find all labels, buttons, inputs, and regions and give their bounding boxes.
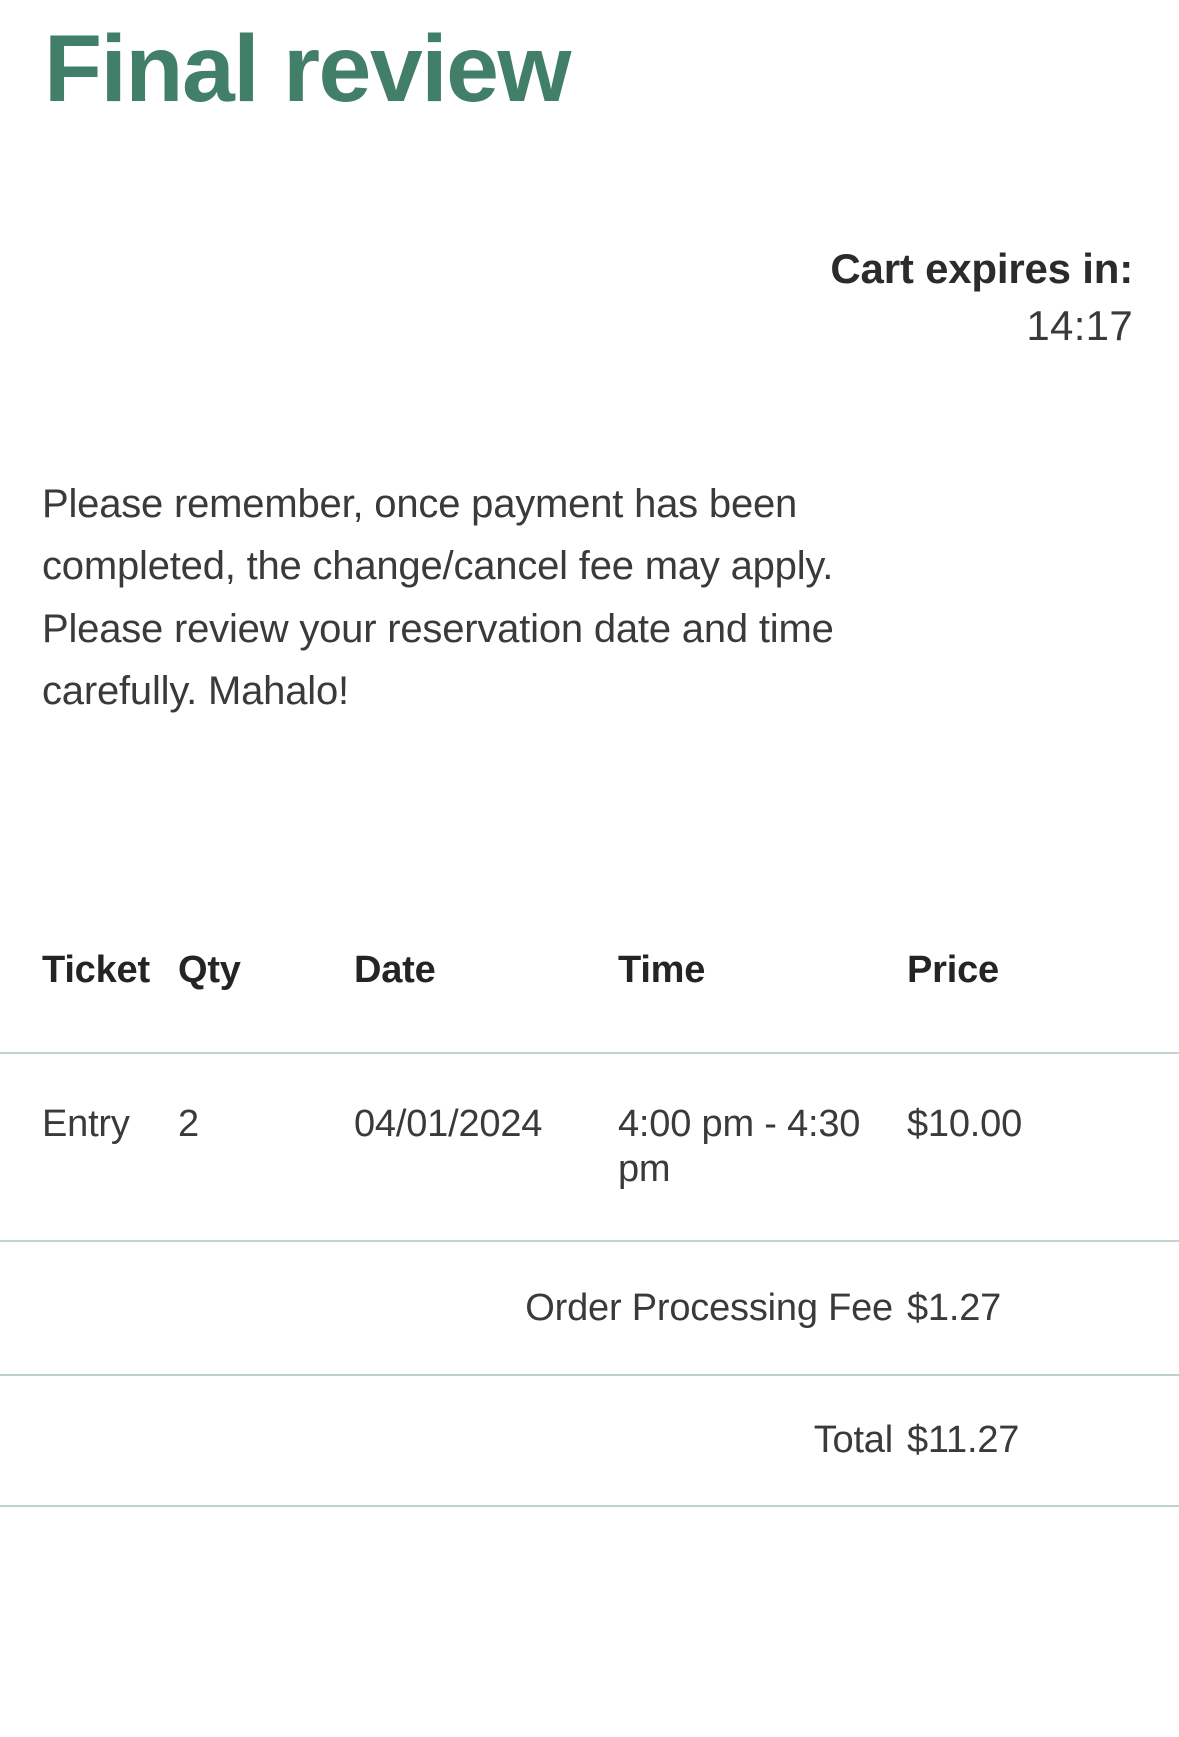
final-review-page: Final review Cart expires in: 14:17 Plea… bbox=[0, 0, 1179, 1737]
fee-spacer-ticket bbox=[0, 1241, 178, 1376]
page-title: Final review bbox=[44, 16, 571, 122]
cart-expiry-timer: 14:17 bbox=[1026, 302, 1133, 350]
column-header-time: Time bbox=[618, 949, 706, 991]
fee-label: Order Processing Fee bbox=[525, 1286, 893, 1329]
column-header-price: Price bbox=[907, 949, 999, 991]
cell-date: 04/01/2024 bbox=[354, 1103, 543, 1145]
column-header-date: Date bbox=[354, 949, 436, 991]
order-table-header: Ticket Qty Date Time Price bbox=[0, 935, 1179, 1053]
total-spacer-qty bbox=[178, 1375, 354, 1506]
table-header-row: Ticket Qty Date Time Price bbox=[0, 935, 1179, 1053]
cart-expiry-label: Cart expires in: bbox=[830, 245, 1133, 292]
order-processing-fee-row: Order Processing Fee $1.27 bbox=[0, 1241, 1179, 1376]
cell-price: $10.00 bbox=[907, 1103, 1023, 1145]
cell-qty: 2 bbox=[178, 1103, 199, 1145]
column-header-ticket: Ticket bbox=[42, 949, 150, 991]
fee-amount: $1.27 bbox=[907, 1286, 1002, 1329]
column-header-qty: Qty bbox=[178, 949, 241, 991]
order-table-body: Entry 2 04/01/2024 4:00 pm - 4:30 pm $10… bbox=[0, 1053, 1179, 1507]
cart-expiry-block: Cart expires in: 14:17 bbox=[493, 243, 1133, 351]
order-total-row: Total $11.27 bbox=[0, 1375, 1179, 1507]
payment-notice-text: Please remember, once payment has been c… bbox=[42, 482, 834, 714]
cell-ticket: Entry bbox=[42, 1103, 130, 1145]
total-spacer-ticket bbox=[0, 1375, 178, 1506]
fee-spacer-qty bbox=[178, 1241, 354, 1376]
total-label: Total bbox=[813, 1419, 893, 1462]
order-summary-table: Ticket Qty Date Time Price Entry 2 04/01… bbox=[0, 935, 1179, 1507]
table-row: Entry 2 04/01/2024 4:00 pm - 4:30 pm $10… bbox=[0, 1053, 1179, 1241]
cell-time: 4:00 pm - 4:30 pm bbox=[618, 1103, 861, 1190]
total-amount: $11.27 bbox=[907, 1419, 1020, 1462]
